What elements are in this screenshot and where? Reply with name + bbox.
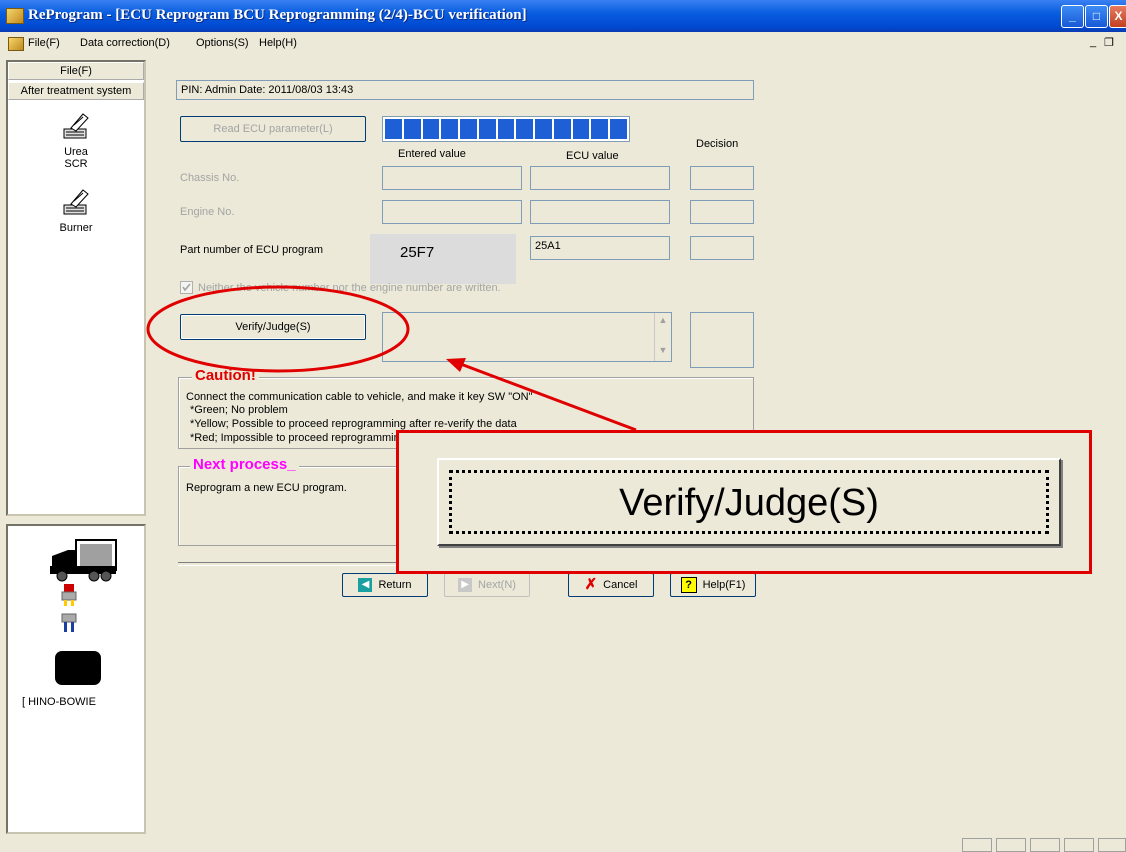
status-cell-4 bbox=[1064, 838, 1094, 852]
highlight-ellipse bbox=[146, 285, 410, 373]
zoomed-verify-label: Verify/Judge(S) bbox=[449, 470, 1049, 534]
status-cell-3 bbox=[1030, 838, 1060, 852]
callout-arrow-line bbox=[457, 361, 637, 432]
callout-arrow-head bbox=[446, 358, 466, 372]
status-cell-1 bbox=[962, 838, 992, 852]
zoomed-verify-button: Verify/Judge(S) bbox=[437, 458, 1061, 546]
status-cell-2 bbox=[996, 838, 1026, 852]
status-cell-5 bbox=[1098, 838, 1126, 852]
zoom-callout: Verify/Judge(S) bbox=[396, 430, 1092, 574]
annotation-overlay bbox=[146, 285, 637, 432]
